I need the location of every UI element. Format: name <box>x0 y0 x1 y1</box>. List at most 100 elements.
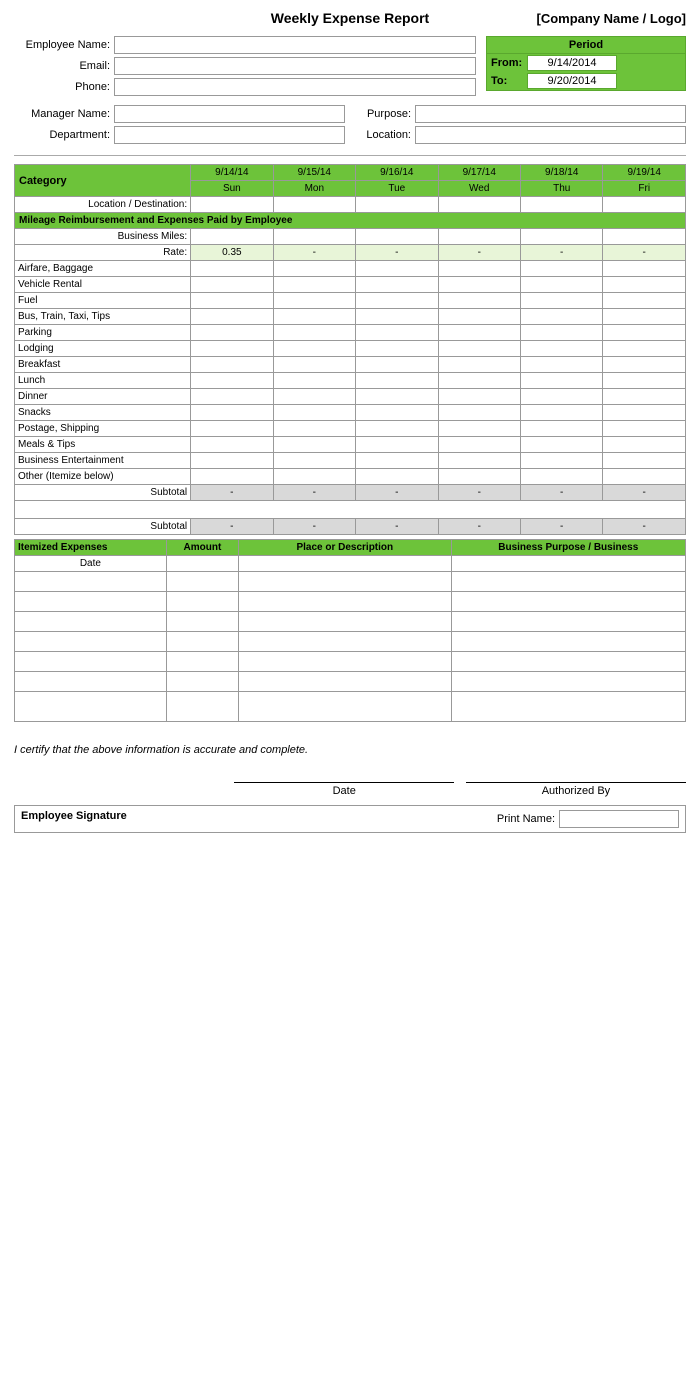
item-place-4[interactable] <box>239 632 451 652</box>
table-row: Snacks <box>15 405 686 421</box>
date-col-1: 9/14/14 <box>191 165 273 181</box>
item-date-7[interactable] <box>15 692 167 722</box>
location-label: Location: <box>355 129 415 141</box>
item-amount-2[interactable] <box>166 592 238 612</box>
to-value[interactable]: 9/20/2014 <box>527 73 617 89</box>
phone-input[interactable] <box>114 78 476 96</box>
date-sig-line <box>234 782 454 783</box>
employee-name-row: Employee Name: <box>14 36 476 54</box>
itemized-row-5 <box>15 652 686 672</box>
period-box: Period From: 9/14/2014 To: 9/20/2014 <box>486 36 686 91</box>
miles-cell-1[interactable] <box>191 229 273 245</box>
itemized-row-4 <box>15 632 686 652</box>
itemized-row-1 <box>15 572 686 592</box>
rate-dash-5: - <box>603 245 686 261</box>
table-row: Other (Itemize below) <box>15 469 686 485</box>
item-date-4[interactable] <box>15 632 167 652</box>
itemized-row-3 <box>15 612 686 632</box>
loc-dest-cell-5[interactable] <box>520 197 602 213</box>
loc-dest-cell-3[interactable] <box>356 197 438 213</box>
location-input[interactable] <box>415 126 686 144</box>
header-row: Weekly Expense Report [Company Name / Lo… <box>14 10 686 26</box>
category-header: Category <box>15 165 191 197</box>
day-col-6: Fri <box>603 181 686 197</box>
employee-sig-label: Employee Signature <box>15 806 133 832</box>
item-purpose-5[interactable] <box>451 652 685 672</box>
rate-value: 0.35 <box>222 247 241 258</box>
item-amount-3[interactable] <box>166 612 238 632</box>
item-place-3[interactable] <box>239 612 451 632</box>
item-amount-4[interactable] <box>166 632 238 652</box>
email-input[interactable] <box>114 57 476 75</box>
rate-label: Rate: <box>15 245 191 261</box>
table-row: Airfare, Baggage <box>15 261 686 277</box>
item-purpose-3[interactable] <box>451 612 685 632</box>
item-date-2[interactable] <box>15 592 167 612</box>
signature-lines <box>14 782 686 783</box>
from-value[interactable]: 9/14/2014 <box>527 55 617 71</box>
date-col-5: 9/18/14 <box>520 165 602 181</box>
report-title: Weekly Expense Report <box>174 10 526 26</box>
table-row: Postage, Shipping <box>15 421 686 437</box>
page: Weekly Expense Report [Company Name / Lo… <box>0 0 700 843</box>
manager-name-input[interactable] <box>114 105 345 123</box>
item-place-7[interactable] <box>239 692 451 722</box>
table-row: Fuel <box>15 293 686 309</box>
item-purpose-1[interactable] <box>451 572 685 592</box>
table-row: Breakfast <box>15 357 686 373</box>
item-date-1[interactable] <box>15 572 167 592</box>
employee-info-left: Employee Name: Email: Phone: <box>14 36 476 99</box>
rate-value-cell: 0.35 <box>191 245 273 261</box>
period-box-container: Period From: 9/14/2014 To: 9/20/2014 <box>486 36 686 99</box>
loc-dest-cell-6[interactable] <box>603 197 686 213</box>
date-col-6: 9/19/14 <box>603 165 686 181</box>
table-row: Meals & Tips <box>15 437 686 453</box>
item-purpose-2[interactable] <box>451 592 685 612</box>
item-place-2[interactable] <box>239 592 451 612</box>
business-miles-label: Business Miles: <box>15 229 191 245</box>
day-col-2: Mon <box>273 181 355 197</box>
table-row: Lodging <box>15 341 686 357</box>
day-col-3: Tue <box>356 181 438 197</box>
loc-dest-cell-2[interactable] <box>273 197 355 213</box>
department-input[interactable] <box>114 126 345 144</box>
manager-label: Manager Name: <box>14 108 114 120</box>
miles-cell-2[interactable] <box>273 229 355 245</box>
item-date-5[interactable] <box>15 652 167 672</box>
item-amount-5[interactable] <box>166 652 238 672</box>
miles-cell-4[interactable] <box>438 229 520 245</box>
itemized-date-header: Date <box>15 556 167 572</box>
table-row: Lunch <box>15 373 686 389</box>
item-place-1[interactable] <box>239 572 451 592</box>
cat-vehicle: Vehicle Rental <box>15 277 191 293</box>
item-place-6[interactable] <box>239 672 451 692</box>
period-to-row: To: 9/20/2014 <box>487 72 685 90</box>
day-col-1: Sun <box>191 181 273 197</box>
purpose-input[interactable] <box>415 105 686 123</box>
cat-breakfast: Breakfast <box>15 357 191 373</box>
item-date-6[interactable] <box>15 672 167 692</box>
loc-dest-cell-1[interactable] <box>191 197 273 213</box>
cat-meals: Meals & Tips <box>15 437 191 453</box>
itemized-header-label: Itemized Expenses <box>15 540 167 556</box>
divider <box>14 155 686 156</box>
miles-cell-6[interactable] <box>603 229 686 245</box>
item-purpose-7[interactable] <box>451 692 685 722</box>
item-purpose-4[interactable] <box>451 632 685 652</box>
print-name-input[interactable] <box>559 810 679 828</box>
item-purpose-6[interactable] <box>451 672 685 692</box>
cat-airfare-1[interactable] <box>191 261 273 277</box>
item-amount-6[interactable] <box>166 672 238 692</box>
item-amount-1[interactable] <box>166 572 238 592</box>
item-amount-7[interactable] <box>166 692 238 722</box>
miles-cell-5[interactable] <box>520 229 602 245</box>
employee-name-input[interactable] <box>114 36 476 54</box>
miles-cell-3[interactable] <box>356 229 438 245</box>
rate-dash-2: - <box>356 245 438 261</box>
item-date-3[interactable] <box>15 612 167 632</box>
itemized-table: Itemized Expenses Amount Place or Descri… <box>14 539 686 722</box>
loc-dest-cell-4[interactable] <box>438 197 520 213</box>
item-place-5[interactable] <box>239 652 451 672</box>
location-dest-label: Location / Destination: <box>15 197 191 213</box>
mileage-section-label: Mileage Reimbursement and Expenses Paid … <box>15 213 686 229</box>
